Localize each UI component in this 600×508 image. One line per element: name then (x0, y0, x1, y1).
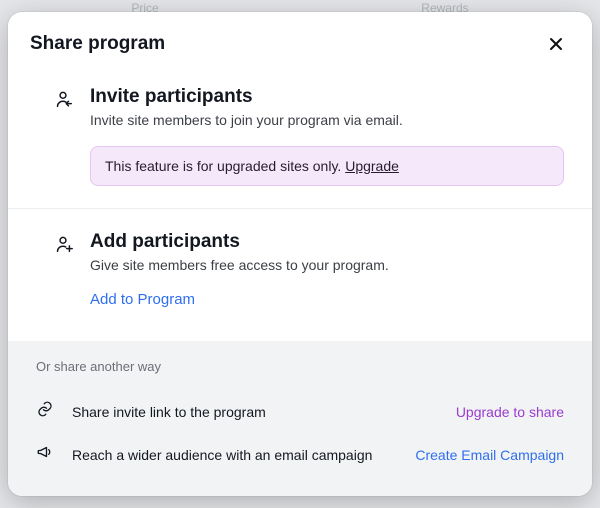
invite-desc: Invite site members to join your program… (90, 112, 564, 128)
share-link-label: Share invite link to the program (64, 404, 456, 420)
modal-header: Share program (8, 12, 592, 64)
megaphone-icon (36, 443, 64, 466)
add-desc: Give site members free access to your pr… (90, 257, 564, 273)
create-email-campaign-link[interactable]: Create Email Campaign (415, 447, 564, 463)
close-icon (548, 36, 564, 52)
upgrade-link[interactable]: Upgrade (345, 158, 399, 174)
upgrade-banner-text: This feature is for upgraded sites only. (105, 158, 345, 174)
add-section: Add participants Give site members free … (8, 208, 592, 331)
add-to-program-link[interactable]: Add to Program (90, 291, 195, 308)
email-campaign-row: Reach a wider audience with an email cam… (36, 433, 564, 476)
share-other-ways: Or share another way Share invite link t… (8, 341, 592, 496)
add-title: Add participants (90, 231, 564, 253)
person-add-icon (52, 231, 82, 309)
share-other-heading: Or share another way (36, 359, 564, 374)
email-campaign-label: Reach a wider audience with an email cam… (64, 447, 415, 463)
upgrade-banner: This feature is for upgraded sites only.… (90, 146, 564, 186)
share-link-row: Share invite link to the program Upgrade… (36, 390, 564, 433)
modal-title: Share program (30, 33, 165, 55)
upgrade-to-share-link[interactable]: Upgrade to share (456, 404, 564, 420)
share-program-modal: Share program Invite participants (8, 12, 592, 496)
invite-section: Invite participants Invite site members … (8, 64, 592, 208)
close-button[interactable] (542, 30, 570, 58)
person-invite-icon (52, 86, 82, 186)
link-icon (36, 400, 64, 423)
invite-title: Invite participants (90, 86, 564, 108)
